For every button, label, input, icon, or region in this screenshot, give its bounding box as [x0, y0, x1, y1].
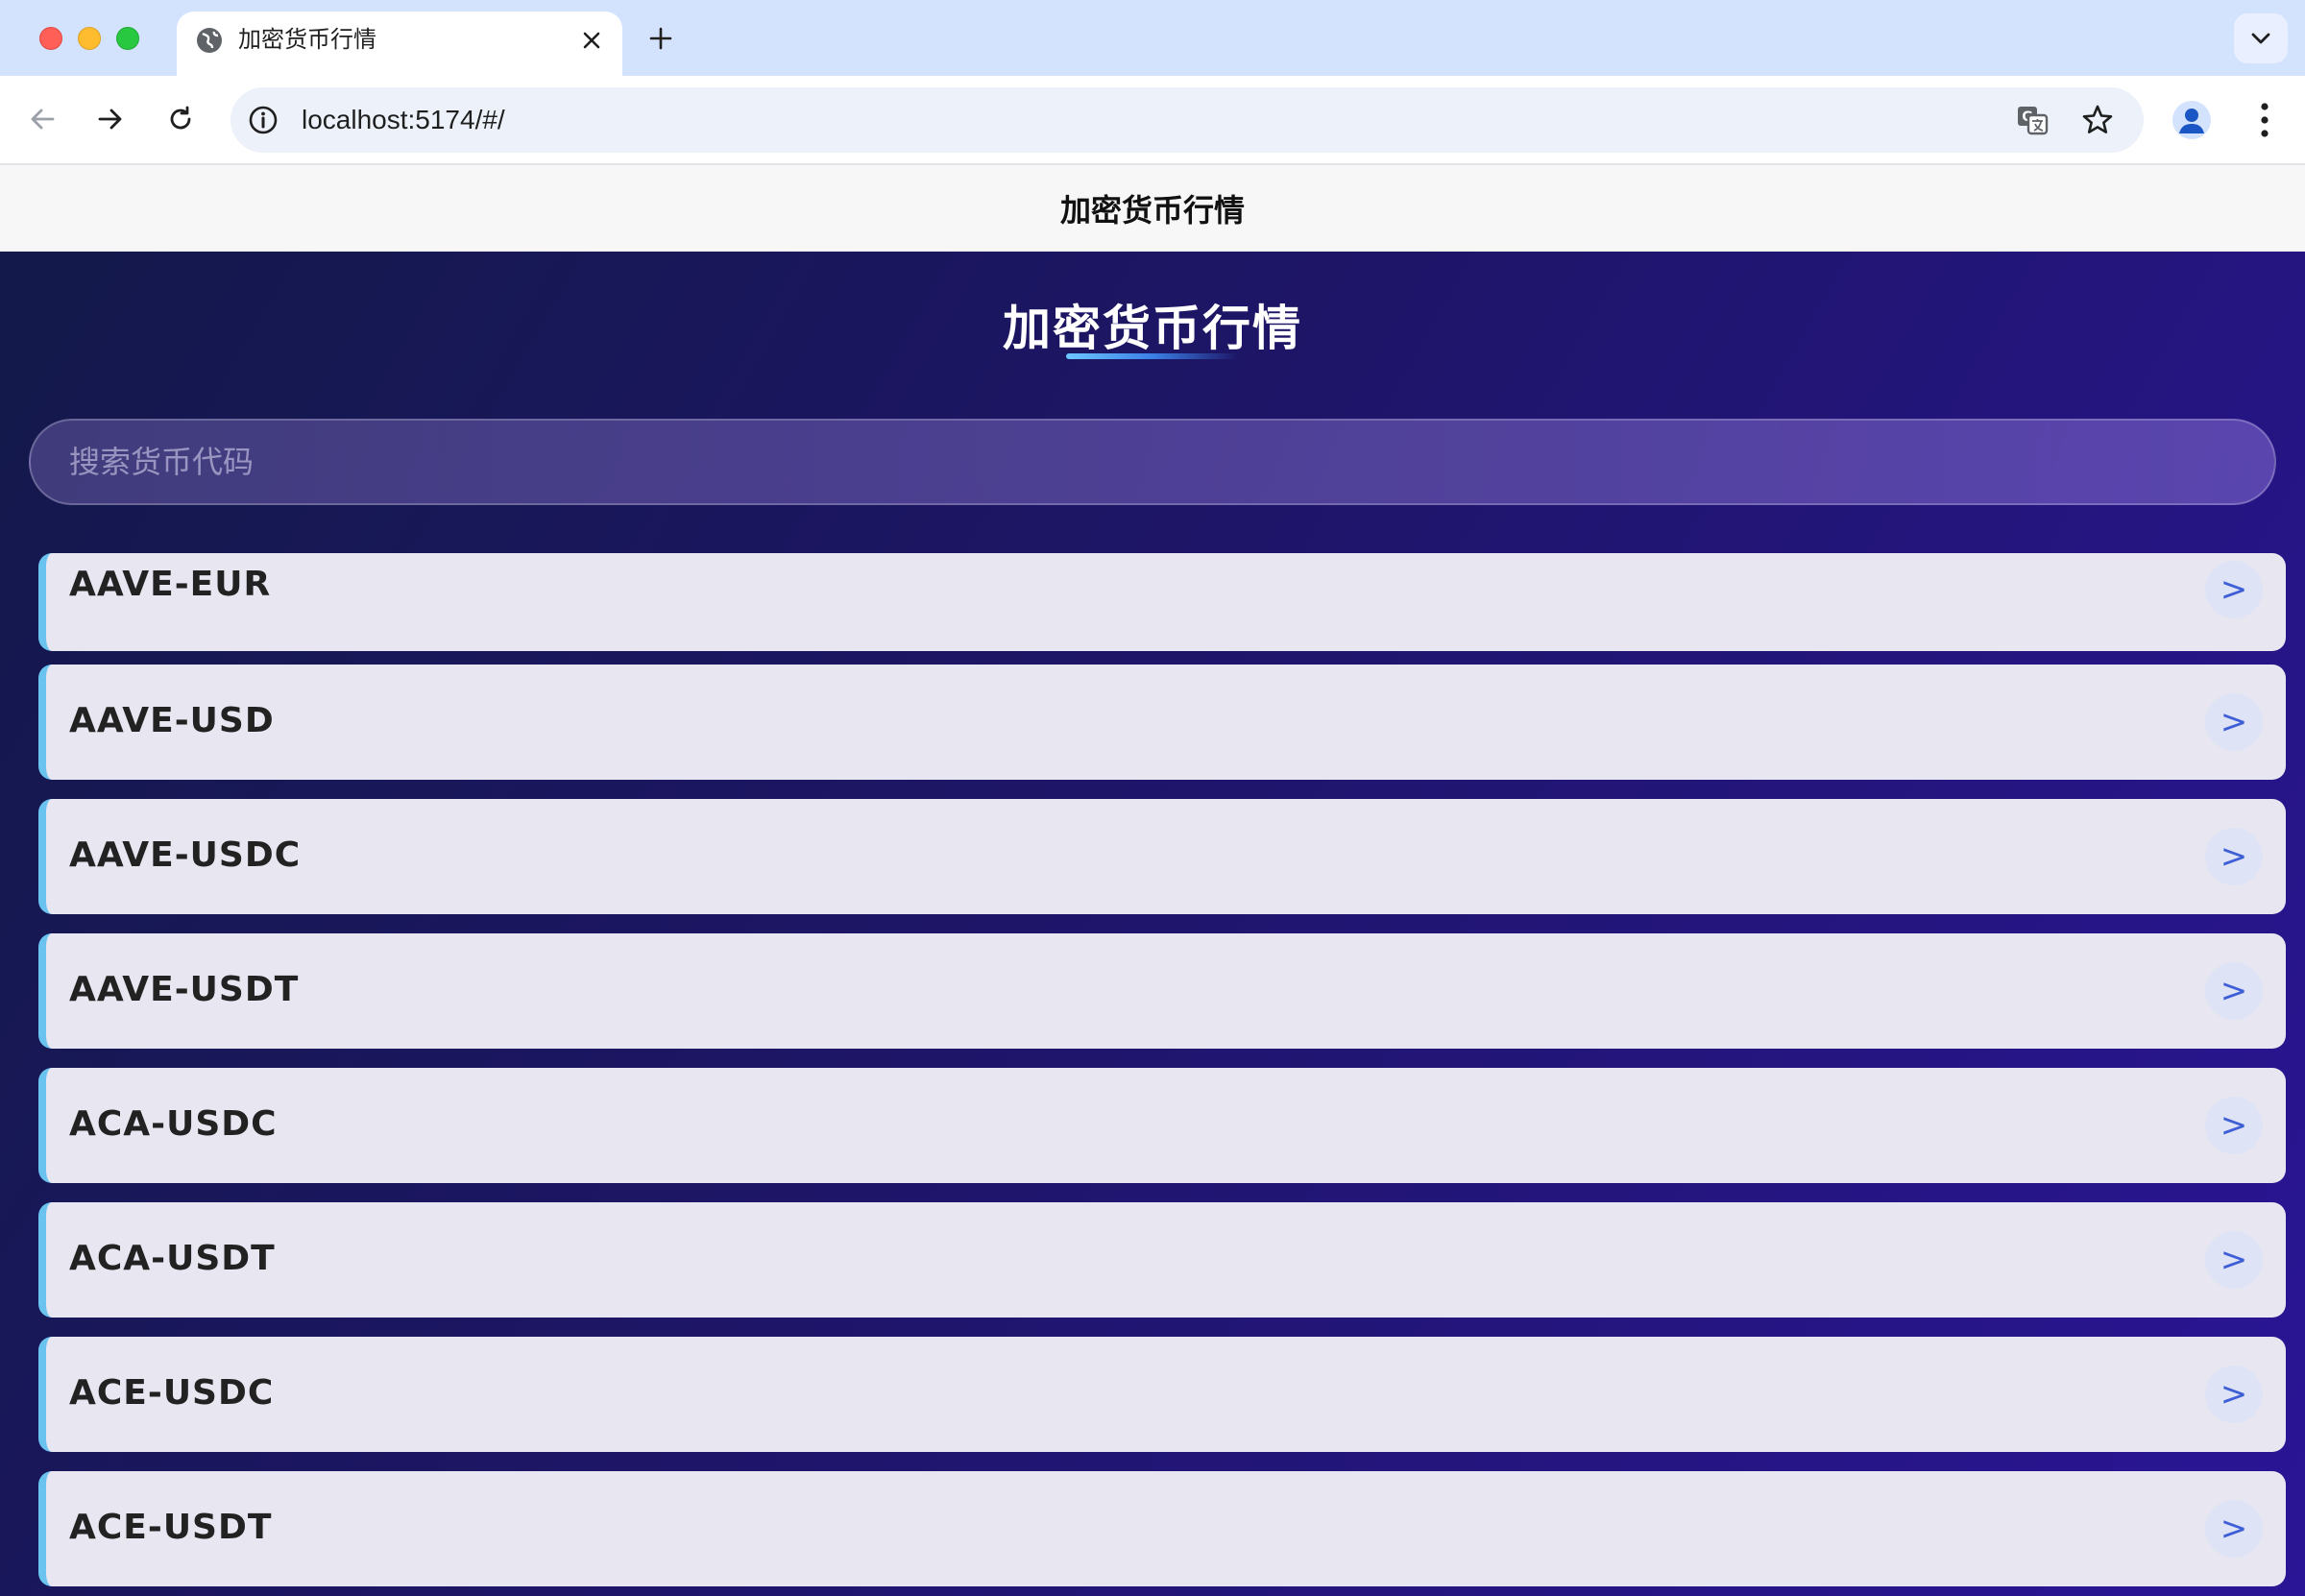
- list-item[interactable]: AAVE-USDT >: [38, 933, 2286, 1049]
- list-item[interactable]: AAVE-USD >: [38, 665, 2286, 780]
- url-text[interactable]: localhost:5174/#/: [302, 103, 505, 137]
- translate-icon[interactable]: G: [2015, 103, 2050, 137]
- chevron-right-icon[interactable]: >: [2205, 962, 2263, 1020]
- currency-pair-label: ACE-USDC: [69, 1373, 275, 1413]
- tab-search-button[interactable]: [2234, 13, 2288, 63]
- close-window-button[interactable]: [39, 27, 62, 50]
- close-tab-button[interactable]: [574, 23, 609, 58]
- page-title: 加密货币行情: [1003, 301, 1302, 356]
- header-title: 加密货币行情: [1059, 191, 1245, 229]
- browser-titlebar: 加密货币行情: [0, 0, 2305, 76]
- close-icon: [583, 32, 600, 49]
- new-tab-button[interactable]: [642, 19, 680, 58]
- currency-pair-label: AAVE-USDC: [69, 835, 302, 875]
- list-item[interactable]: AAVE-USDC >: [38, 799, 2286, 914]
- chevron-right-icon[interactable]: >: [2205, 1366, 2263, 1423]
- currency-pair-label: AAVE-EUR: [69, 565, 272, 604]
- chevron-right-icon[interactable]: >: [2205, 693, 2263, 751]
- reload-button[interactable]: [158, 96, 204, 142]
- person-icon: [2179, 109, 2204, 133]
- chevron-right-icon[interactable]: >: [2205, 561, 2263, 618]
- more-vertical-icon[interactable]: [2247, 99, 2282, 141]
- arrow-right-icon: [98, 109, 122, 130]
- app-header: 加密货币行情: [0, 165, 2305, 252]
- list-item[interactable]: ACE-USDC >: [38, 1337, 2286, 1452]
- info-icon[interactable]: [248, 105, 279, 135]
- tab-title: 加密货币行情: [238, 27, 376, 53]
- star-icon[interactable]: [2080, 103, 2115, 137]
- chevron-right-icon[interactable]: >: [2205, 1097, 2263, 1154]
- chevron-down-icon: [2251, 33, 2270, 44]
- main-content: 加密货币行情 AAVE-EUR > AAVE-USD > AAVE-USDC >…: [0, 252, 2305, 1596]
- profile-avatar[interactable]: [2172, 101, 2211, 139]
- back-button[interactable]: [19, 96, 65, 142]
- list-item[interactable]: ACA-USDT >: [38, 1202, 2286, 1318]
- currency-pair-label: ACE-USDT: [69, 1508, 273, 1547]
- list-item[interactable]: AAVE-EUR >: [38, 553, 2286, 651]
- forward-button[interactable]: [87, 96, 133, 142]
- reload-icon: [170, 106, 191, 130]
- browser-tab[interactable]: 加密货币行情: [177, 12, 622, 76]
- chevron-right-icon[interactable]: >: [2205, 1231, 2263, 1289]
- chevron-right-icon[interactable]: >: [2205, 1500, 2263, 1558]
- arrow-left-icon: [31, 109, 55, 130]
- currency-pair-label: ACA-USDT: [69, 1239, 276, 1278]
- browser-toolbar: localhost:5174/#/ G: [0, 76, 2305, 165]
- address-bar[interactable]: localhost:5174/#/ G: [230, 87, 2144, 153]
- currency-pair-label: AAVE-USD: [69, 701, 275, 740]
- globe-icon: [197, 28, 222, 53]
- currency-pair-label: ACA-USDC: [69, 1104, 278, 1144]
- currency-pair-label: AAVE-USDT: [69, 970, 300, 1009]
- list-item[interactable]: ACA-USDC >: [38, 1068, 2286, 1183]
- plus-icon: [649, 27, 672, 50]
- list-item[interactable]: ACE-USDT >: [38, 1471, 2286, 1586]
- maximize-window-button[interactable]: [116, 27, 139, 50]
- minimize-window-button[interactable]: [78, 27, 101, 50]
- chevron-right-icon[interactable]: >: [2205, 828, 2263, 885]
- title-underline: [1066, 353, 1239, 359]
- search-input[interactable]: [29, 419, 2276, 505]
